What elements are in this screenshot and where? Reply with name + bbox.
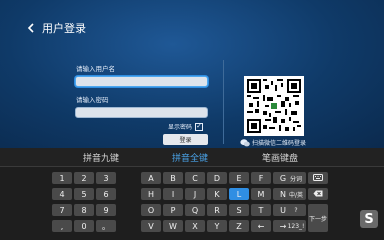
app-logo: S (360, 210, 378, 228)
wechat-qr-code (244, 76, 304, 136)
key-1[interactable]: 1 (52, 172, 72, 184)
key-period[interactable]: 。 (96, 220, 116, 232)
key-b[interactable]: B (163, 172, 183, 184)
key-9[interactable]: 9 (96, 204, 116, 216)
password-field[interactable] (75, 107, 208, 118)
key-y[interactable]: Y (207, 220, 227, 232)
key-symbols[interactable]: 123_! (286, 220, 306, 232)
key-emoji[interactable] (308, 172, 328, 184)
key-5[interactable]: 5 (74, 188, 94, 200)
key-h[interactable]: H (141, 188, 161, 200)
password-label: 请输入密码 (76, 96, 109, 104)
key-k[interactable]: K (207, 188, 227, 200)
page-title: 用户登录 (42, 22, 86, 35)
key-0[interactable]: 0 (74, 220, 94, 232)
chevron-left-icon[interactable] (24, 20, 38, 36)
key-6[interactable]: 6 (96, 188, 116, 200)
key-segment[interactable]: 分词 (286, 172, 306, 184)
show-password-toggle[interactable]: 显示密码 ✓ (168, 122, 204, 131)
wechat-icon (240, 138, 250, 147)
key-question[interactable]: ? (286, 204, 306, 216)
key-arrow-left[interactable]: ← (251, 220, 271, 232)
key-comma[interactable]: , (52, 220, 72, 232)
key-r[interactable]: R (207, 204, 227, 216)
key-l-selected[interactable]: L (229, 188, 249, 200)
key-o[interactable]: O (141, 204, 161, 216)
key-v[interactable]: V (141, 220, 161, 232)
key-i[interactable]: I (163, 188, 183, 200)
wechat-caption-text: 扫描微信二维码登录 (252, 140, 307, 147)
tab-stroke[interactable]: 笔画键盘 (262, 151, 298, 164)
tab-pinyin-full[interactable]: 拼音全键 (172, 151, 208, 164)
login-panel: 用户登录 请输入用户名 请输入密码 显示密码 ✓ 登录 扫描微信二维码登录 (0, 0, 384, 148)
key-z[interactable]: Z (229, 220, 249, 232)
key-4[interactable]: 4 (52, 188, 72, 200)
keyboard-icon (313, 173, 323, 183)
key-w[interactable]: W (163, 220, 183, 232)
key-x[interactable]: X (185, 220, 205, 232)
wechat-caption: 扫描微信二维码登录 (240, 138, 306, 147)
username-field[interactable] (75, 76, 208, 87)
key-m[interactable]: M (251, 188, 271, 200)
key-t[interactable]: T (251, 204, 271, 216)
key-d[interactable]: D (207, 172, 227, 184)
tab-pinyin-9key[interactable]: 拼音九键 (83, 151, 119, 164)
vertical-divider (223, 60, 224, 144)
show-password-checkbox[interactable]: ✓ (195, 122, 204, 131)
key-3[interactable]: 3 (96, 172, 116, 184)
key-j[interactable]: J (185, 188, 205, 200)
backspace-icon (313, 190, 323, 199)
key-a[interactable]: A (141, 172, 161, 184)
login-button[interactable]: 登录 (163, 134, 208, 145)
key-c[interactable]: C (185, 172, 205, 184)
username-label: 请输入用户名 (76, 65, 115, 73)
key-lang-switch[interactable]: 中/英 (286, 188, 306, 200)
key-e[interactable]: E (229, 172, 249, 184)
key-7[interactable]: 7 (52, 204, 72, 216)
show-password-label: 显示密码 (168, 124, 193, 131)
key-2[interactable]: 2 (74, 172, 94, 184)
keyboard-tabs: 拼音九键 拼音全键 笔画键盘 (0, 148, 384, 167)
on-screen-keyboard: 拼音九键 拼音全键 笔画键盘 1 2 3 4 5 6 7 8 9 , 0 。 A… (0, 148, 384, 240)
key-f[interactable]: F (251, 172, 271, 184)
key-next[interactable]: 下一步 (308, 204, 328, 232)
key-s[interactable]: S (229, 204, 249, 216)
key-8[interactable]: 8 (74, 204, 94, 216)
key-q[interactable]: Q (185, 204, 205, 216)
page-header: 用户登录 (24, 20, 86, 36)
key-p[interactable]: P (163, 204, 183, 216)
key-backspace[interactable] (308, 188, 328, 200)
